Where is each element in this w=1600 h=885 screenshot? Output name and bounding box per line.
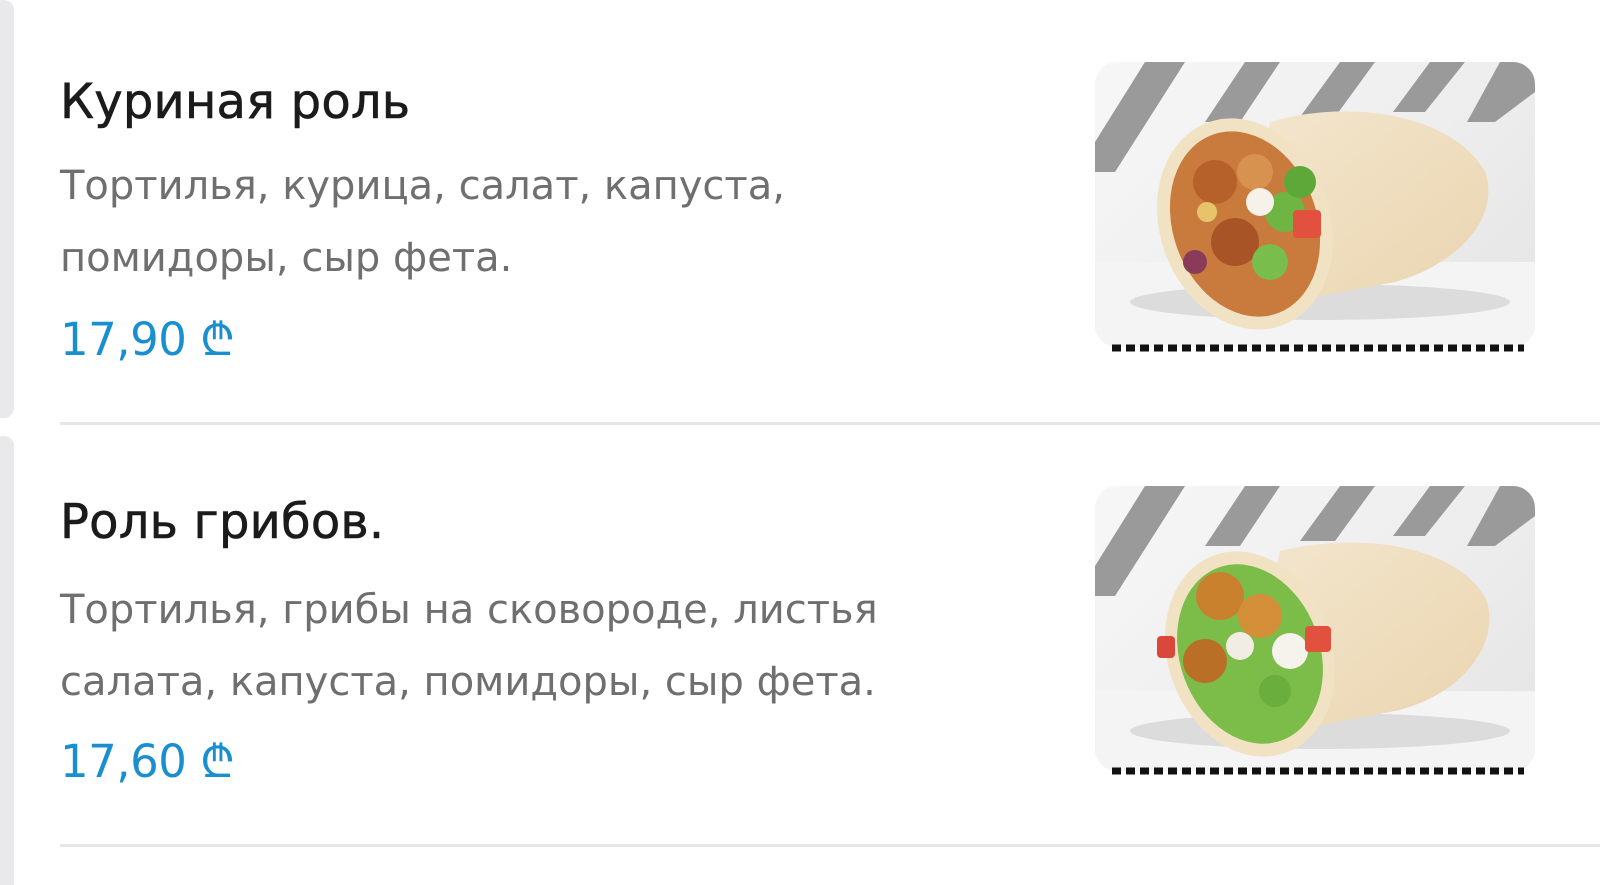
dashed-underline (1112, 767, 1524, 775)
item-description: Тортилья, курица, салат, капуста, помидо… (60, 150, 960, 294)
item-title: Куриная роль (60, 74, 411, 131)
menu-page: Куриная роль Тортилья, курица, салат, ка… (0, 0, 1600, 885)
menu-item-chicken-roll[interactable]: Куриная роль Тортилья, курица, салат, ка… (60, 0, 1600, 430)
description-line: помидоры, сыр фета. (60, 235, 513, 281)
description-line: Тортилья, грибы на сковороде, листья (60, 587, 878, 633)
menu-item-mushroom-roll[interactable]: Роль грибов. Тортилья, грибы на сковород… (60, 432, 1600, 862)
item-divider (60, 844, 1600, 847)
wrap-illustration (1095, 486, 1535, 771)
item-description: Тортилья, грибы на сковороде, листья сал… (60, 574, 1060, 718)
description-line: салата, капуста, помидоры, сыр фета. (60, 659, 876, 705)
chicken-wrap-photo[interactable] (1095, 62, 1535, 347)
wrap-illustration (1095, 62, 1535, 347)
item-price: 17,60 ₾ (60, 735, 235, 788)
item-divider (60, 422, 1600, 425)
left-rail (0, 436, 14, 885)
description-line: Тортилья, курица, салат, капуста, (60, 163, 785, 209)
item-title: Роль грибов. (60, 494, 385, 551)
mushroom-wrap-photo[interactable] (1095, 486, 1535, 771)
dashed-underline (1112, 344, 1524, 352)
left-rail (0, 0, 14, 418)
item-price: 17,90 ₾ (60, 313, 235, 366)
